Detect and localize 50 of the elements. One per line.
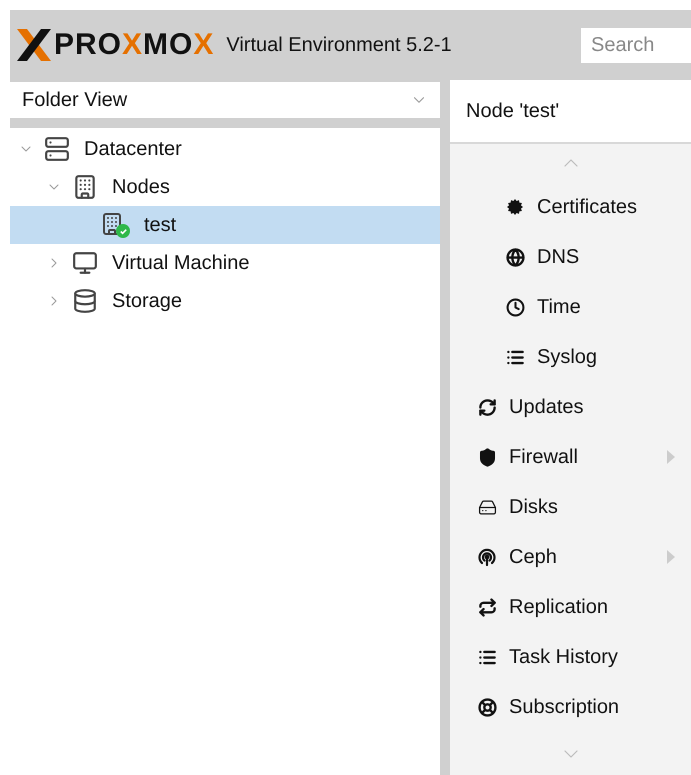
- view-dropdown[interactable]: Folder View: [10, 82, 440, 118]
- repeat-icon: [478, 598, 496, 616]
- menu-item[interactable]: Subscription: [450, 682, 691, 732]
- lifebuoy-icon: [478, 698, 496, 716]
- shield-icon: [478, 448, 496, 466]
- menu-item[interactable]: Syslog: [450, 332, 691, 382]
- menu-item[interactable]: DNS: [450, 232, 691, 282]
- drive-icon: [478, 498, 496, 516]
- menu-item-label: Certificates: [537, 195, 638, 220]
- menu-item-label: Firewall: [509, 445, 579, 470]
- server-icon: [44, 136, 70, 162]
- menu-item[interactable]: Task History: [450, 632, 691, 682]
- menu-item[interactable]: Replication: [450, 582, 691, 632]
- product-title: Virtual Environment 5.2-1: [226, 33, 452, 58]
- seal-icon: [506, 198, 524, 216]
- tree-item-label: Datacenter: [84, 137, 182, 162]
- database-icon: [72, 288, 98, 314]
- tree-item[interactable]: Storage: [10, 282, 440, 320]
- tree-item[interactable]: test: [10, 206, 440, 244]
- menu-item-label: Time: [537, 295, 582, 320]
- concentric-arcs-icon: [477, 547, 497, 567]
- menu-item[interactable]: Ceph: [450, 532, 691, 582]
- menu-item-label: DNS: [537, 245, 580, 270]
- menu-item-label: Task History: [509, 645, 619, 670]
- tree-item-label: Storage: [112, 289, 182, 314]
- tree-item[interactable]: Virtual Machine: [10, 244, 440, 282]
- tree-item-label: test: [144, 213, 176, 238]
- search-field[interactable]: Search: [581, 28, 691, 62]
- menu-item[interactable]: Firewall: [450, 432, 691, 482]
- menu-item[interactable]: Time: [450, 282, 691, 332]
- clock-icon: [506, 298, 524, 316]
- menu-item[interactable]: Disks: [450, 482, 691, 532]
- menu-item-label: Syslog: [537, 345, 598, 370]
- panel-title: Node 'test': [466, 99, 560, 124]
- tree-item[interactable]: Datacenter: [10, 130, 440, 168]
- tree-item[interactable]: Nodes: [10, 168, 440, 206]
- refresh-icon: [478, 398, 496, 416]
- building-check-icon: [100, 212, 130, 238]
- menu-item-label: Subscription: [509, 695, 620, 720]
- menu-item-label: Updates: [509, 395, 584, 420]
- tree-item-label: Nodes: [112, 175, 170, 200]
- menu-item-label: Disks: [509, 495, 559, 520]
- menu-item-label: Ceph: [509, 545, 558, 570]
- globe-icon: [506, 248, 524, 266]
- monitor-icon: [72, 250, 98, 276]
- menu-item-label: Replication: [509, 595, 609, 620]
- logo-wordmark: PROXMOX: [54, 30, 214, 60]
- tree-item-label: Virtual Machine: [112, 251, 250, 276]
- menu-item[interactable]: Updates: [450, 382, 691, 432]
- menu-item[interactable]: Certificates: [450, 182, 691, 232]
